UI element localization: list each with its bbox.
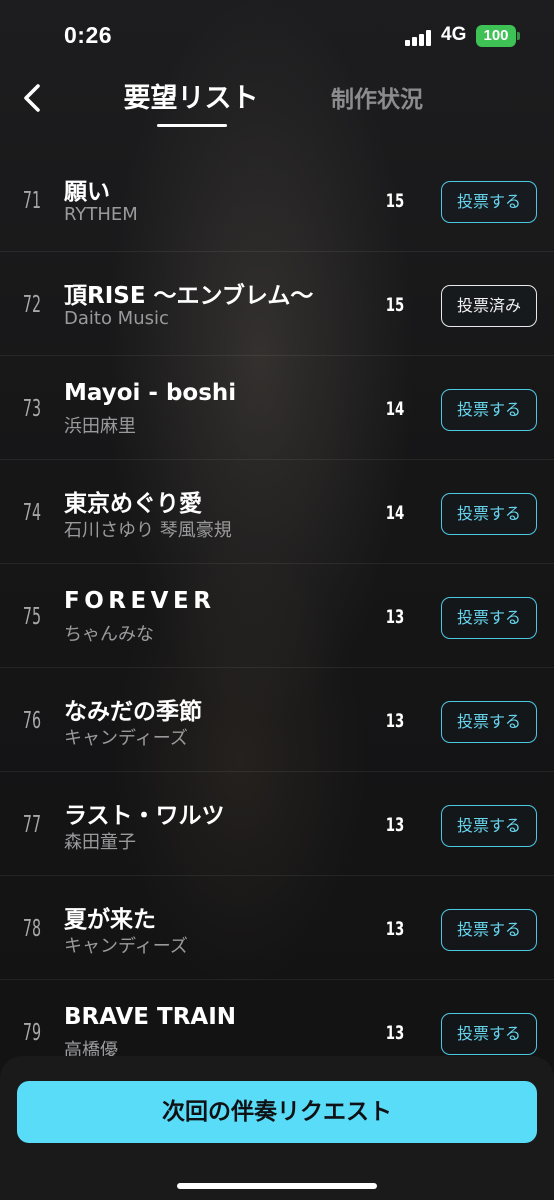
artist-name: キャンディーズ — [64, 728, 188, 749]
vote-count: 14 — [385, 398, 405, 420]
vote-count: 15 — [385, 294, 405, 316]
artist-name: ちゃんみな — [64, 624, 154, 645]
vote-count: 14 — [385, 502, 405, 524]
list-item: 77 ラスト・ワルツ 森田童子 13 投票する — [0, 772, 554, 876]
rank-number: 75 — [22, 604, 42, 630]
vote-button[interactable]: 投票する — [441, 493, 537, 535]
list-item: 71 願い RYTHEM 15 投票する — [0, 148, 554, 252]
status-time: 0:26 — [64, 22, 113, 48]
song-title: FOREVER — [64, 588, 216, 614]
active-tab-indicator — [157, 124, 227, 127]
song-title: 夏が来た — [64, 907, 156, 933]
rank-number: 77 — [22, 812, 42, 838]
tab-production-status[interactable]: 制作状況 — [322, 80, 432, 114]
vote-button[interactable]: 投票する — [441, 805, 537, 847]
rank-number: 78 — [22, 916, 42, 942]
vote-button[interactable]: 投票する — [441, 909, 537, 951]
vote-button[interactable]: 投票する — [441, 701, 537, 743]
list-item: 73 Mayoi - boshi 浜田麻里 14 投票する — [0, 356, 554, 460]
chevron-left-icon — [24, 84, 40, 112]
song-title: 願い — [64, 179, 110, 205]
next-request-button[interactable]: 次回の伴奏リクエスト — [17, 1081, 537, 1143]
song-title: 東京めぐり愛 — [64, 491, 202, 517]
vote-count: 13 — [385, 814, 405, 836]
rank-number: 79 — [22, 1020, 42, 1046]
list-item: 75 FOREVER ちゃんみな 13 投票する — [0, 564, 554, 668]
vote-count: 13 — [385, 918, 405, 940]
song-title: なみだの季節 — [64, 699, 202, 725]
list-item: 72 頂RISE 〜エンブレム〜 Daito Music 15 投票済み — [0, 252, 554, 356]
rank-number: 74 — [22, 500, 42, 526]
vote-button[interactable]: 投票する — [441, 389, 537, 431]
rank-number: 72 — [22, 292, 42, 318]
vote-button[interactable]: 投票する — [441, 1013, 537, 1055]
vote-button[interactable]: 投票する — [441, 597, 537, 639]
artist-name: RYTHEM — [64, 204, 138, 225]
song-title: ラスト・ワルツ — [64, 803, 225, 829]
vote-button[interactable]: 投票する — [441, 181, 537, 223]
artist-name: 浜田麻里 — [64, 416, 136, 437]
request-list: 71 願い RYTHEM 15 投票する 72 頂RISE 〜エンブレム〜 Da… — [0, 148, 554, 1084]
voted-button[interactable]: 投票済み — [441, 285, 537, 327]
network-type: 4G — [441, 24, 467, 45]
tab-request-list[interactable]: 要望リスト — [120, 76, 262, 115]
status-bar: 0:26 4G 100 — [0, 0, 554, 70]
artist-name: 森田童子 — [64, 832, 136, 853]
vote-count: 13 — [385, 606, 405, 628]
list-item: 76 なみだの季節 キャンディーズ 13 投票する — [0, 668, 554, 772]
song-title: Mayoi - boshi — [64, 380, 237, 406]
list-item: 78 夏が来た キャンディーズ 13 投票する — [0, 876, 554, 980]
song-title: 頂RISE 〜エンブレム〜 — [64, 283, 314, 309]
song-title: BRAVE TRAIN — [64, 1004, 237, 1030]
artist-name: Daito Music — [64, 308, 169, 329]
signal-icon — [405, 30, 433, 46]
vote-count: 13 — [385, 710, 405, 732]
rank-number: 71 — [22, 188, 42, 214]
battery-tip — [517, 32, 520, 40]
artist-name: キャンディーズ — [64, 936, 188, 957]
app-screen: 0:26 4G 100 要望リスト 制作状況 71 願い RYTHEM 15 投… — [0, 0, 554, 1200]
battery-icon: 100 — [476, 25, 516, 47]
vote-count: 15 — [385, 190, 405, 212]
list-item: 74 東京めぐり愛 石川さゆり 琴風豪規 14 投票する — [0, 460, 554, 564]
artist-name: 石川さゆり 琴風豪規 — [64, 520, 232, 541]
vote-count: 13 — [385, 1022, 405, 1044]
rank-number: 76 — [22, 708, 42, 734]
home-indicator[interactable] — [177, 1183, 377, 1189]
back-button[interactable] — [16, 78, 52, 118]
rank-number: 73 — [22, 396, 42, 422]
